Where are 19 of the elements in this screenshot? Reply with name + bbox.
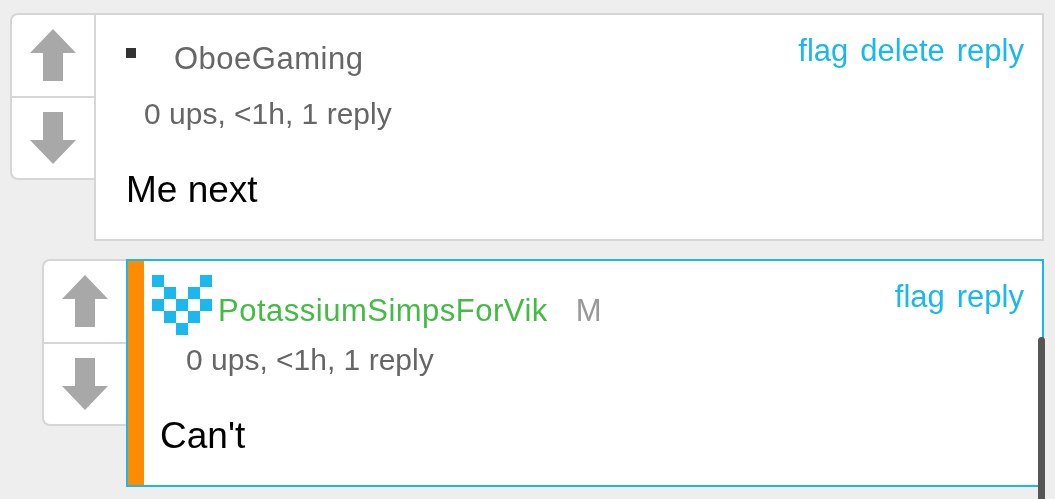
user-mark-label: M bbox=[575, 293, 602, 329]
comment-text: Can't bbox=[159, 415, 247, 457]
username-link[interactable]: OboeGaming bbox=[174, 41, 364, 77]
up-arrow-icon bbox=[62, 275, 108, 328]
action-link[interactable]: flag bbox=[798, 33, 849, 69]
down-arrow-icon bbox=[62, 357, 108, 410]
down-arrow-icon bbox=[30, 111, 76, 164]
up-arrow-icon bbox=[30, 29, 76, 82]
comment-text: Me next bbox=[126, 169, 259, 211]
scrollbar[interactable] bbox=[1038, 337, 1045, 499]
action-link[interactable]: reply bbox=[956, 33, 1024, 69]
comment-meta: 0 ups, <1h, 1 reply bbox=[185, 343, 435, 377]
username-link[interactable]: PotassiumSimpsForVik bbox=[218, 293, 548, 329]
action-link[interactable]: delete bbox=[860, 33, 945, 69]
pixel-avatar-icon bbox=[152, 275, 212, 335]
comment-meta: 0 ups, <1h, 1 reply bbox=[143, 97, 393, 131]
square-icon bbox=[126, 48, 136, 58]
action-link[interactable]: flag bbox=[894, 279, 945, 315]
action-link[interactable]: reply bbox=[956, 279, 1024, 315]
